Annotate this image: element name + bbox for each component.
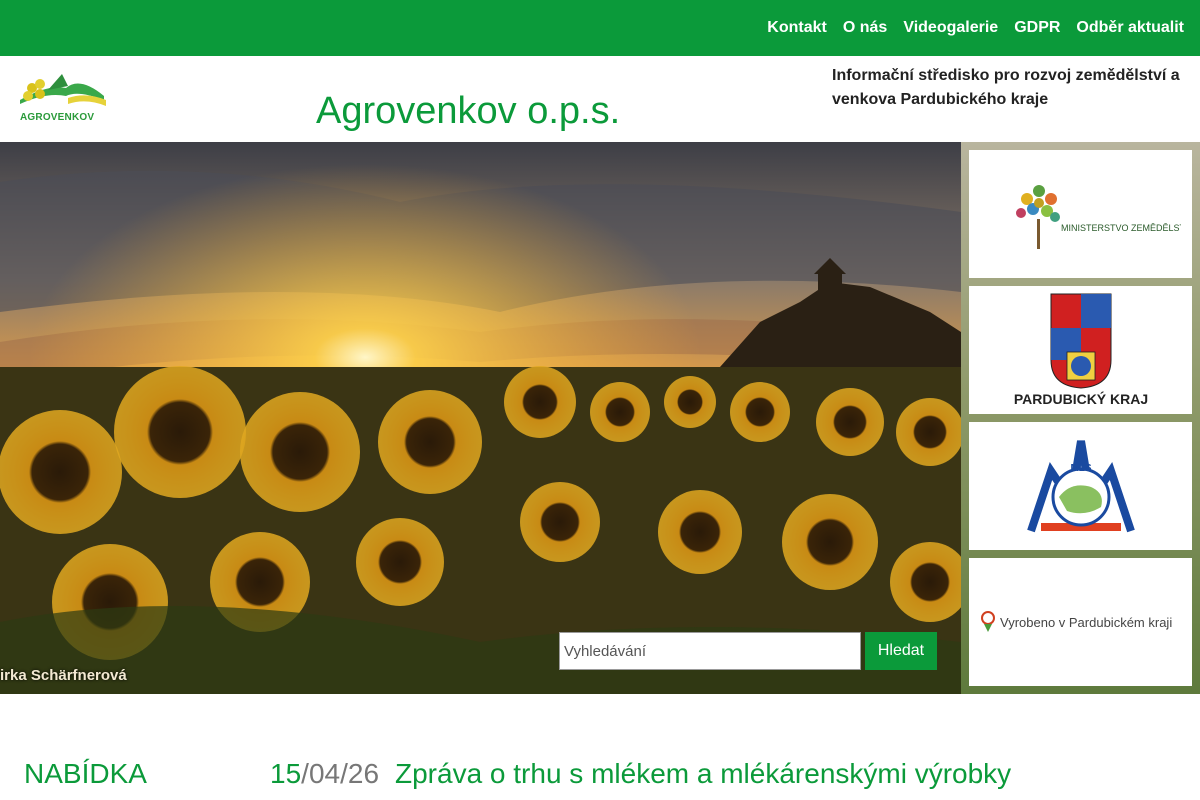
partner-label: MINISTERSTVO ZEMĚDĚLSTVÍ: [1061, 223, 1181, 233]
site-header: AGROVENKOV Agrovenkov o.p.s. Informační …: [0, 56, 1200, 142]
mls-logo-icon: MLS: [1026, 440, 1135, 533]
nav-link-kontakt[interactable]: Kontakt: [767, 19, 827, 36]
nav-item-videogalerie: Videogalerie: [903, 19, 998, 37]
sunflower-field-image: [0, 142, 961, 694]
vyrobeno-logo-icon: Vyrobeno v Pardubickém kraji: [980, 611, 1172, 632]
top-nav-list: Kontakt O nás Videogalerie GDPR Odběr ak…: [751, 0, 1184, 56]
news-date-year: 26: [347, 758, 380, 789]
news-title-link[interactable]: Zpráva o trhu s mlékem a mlékárenskými v…: [395, 758, 1011, 790]
site-tagline: Informační středisko pro rozvoj zeměděls…: [832, 67, 1180, 108]
top-navigation: Kontakt O nás Videogalerie GDPR Odběr ak…: [0, 0, 1200, 56]
partner-label: MLS: [1070, 463, 1091, 474]
news-date-day: 15: [270, 758, 302, 789]
photo-credit: irka Schärfnerová: [0, 667, 127, 684]
section-title-nabidka: NABÍDKA: [24, 758, 147, 789]
partner-label: Vyrobeno v Pardubickém kraji: [1000, 615, 1172, 630]
site-logo[interactable]: AGROVENKOV: [18, 70, 108, 126]
news-date: 15/04/26: [270, 758, 379, 790]
search-input[interactable]: [559, 632, 861, 670]
partner-ministerstvo-zemedelstvi[interactable]: MINISTERSTVO ZEMĚDĚLSTVÍ: [969, 150, 1192, 278]
nav-item-o-nas: O nás: [843, 19, 887, 37]
partner-mls[interactable]: MLS: [969, 422, 1192, 550]
nav-link-gdpr[interactable]: GDPR: [1014, 19, 1060, 36]
news-date-month: 04: [308, 758, 341, 789]
search-button[interactable]: Hledat: [865, 632, 937, 670]
nav-item-kontakt: Kontakt: [767, 19, 827, 37]
logo-text: AGROVENKOV: [20, 112, 95, 123]
agrovenkov-logo-icon: [20, 74, 106, 106]
pardubicky-kraj-coat-of-arms-icon: PARDUBICKÝ KRAJ: [1013, 293, 1148, 407]
nav-link-videogalerie[interactable]: Videogalerie: [903, 19, 998, 36]
partner-vyrobeno-v-pardubickem-kraji[interactable]: Vyrobeno v Pardubickém kraji: [969, 558, 1192, 686]
partner-logos-sidebar: MINISTERSTVO ZEMĚDĚLSTVÍ PARDUBICKÝ KRAJ…: [961, 142, 1200, 694]
nav-link-o-nas[interactable]: O nás: [843, 19, 887, 36]
nav-item-gdpr: GDPR: [1014, 19, 1060, 37]
nav-item-odber-aktualit: Odběr aktualit: [1076, 19, 1184, 37]
nav-link-odber-aktualit[interactable]: Odběr aktualit: [1076, 19, 1184, 36]
partner-label: PARDUBICKÝ KRAJ: [1013, 390, 1147, 407]
hero-banner: irka Schärfnerová Hledat: [0, 142, 961, 694]
news-date-sep: /: [340, 758, 348, 789]
ministry-tree-icon: MINISTERSTVO ZEMĚDĚLSTVÍ: [1015, 185, 1181, 249]
site-title: Agrovenkov o.p.s.: [316, 90, 621, 132]
partner-pardubicky-kraj[interactable]: PARDUBICKÝ KRAJ: [969, 286, 1192, 414]
news-date-sep: /: [301, 758, 309, 789]
